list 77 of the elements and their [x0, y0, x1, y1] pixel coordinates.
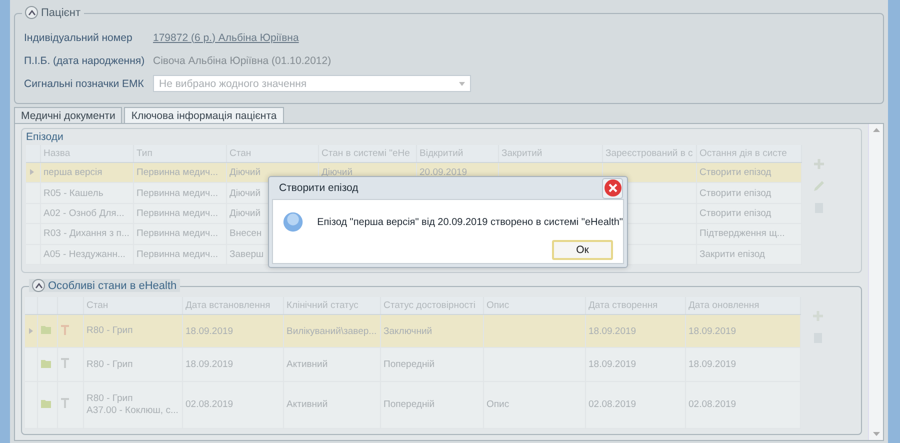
row-indicator-icon — [30, 169, 34, 176]
info-icon — [283, 210, 304, 234]
dialog-message: Епізод "перша версія" від 20.09.2019 створено в системі "eHealth" — [317, 216, 623, 228]
field-label: Індивідуальний номер — [24, 32, 134, 44]
table-cell: A05 - Нездужанн... — [44, 248, 126, 260]
tab[interactable]: Ключова інформація пацієнта — [124, 107, 284, 123]
dropdown-field[interactable]: Не вибрано жодного значення — [153, 75, 471, 92]
row-indicator-icon — [29, 328, 33, 334]
table-cell: 18.09.2019 — [688, 359, 736, 370]
table-cell: 02.08.2019 — [588, 399, 636, 410]
table-cell: Активний — [286, 359, 328, 370]
table-cell: Первинна медич... — [136, 188, 218, 199]
scroll-up-icon[interactable] — [872, 128, 880, 132]
group-title: Пацієнт — [41, 6, 80, 18]
table-cell: Первинна медич... — [136, 167, 218, 178]
chevron-icon — [34, 282, 42, 288]
chevron-icon — [28, 10, 36, 16]
table-cell: R05 - Кашель — [44, 188, 104, 199]
collapse-button[interactable] — [25, 6, 38, 19]
table-cell: Створити епізод — [700, 167, 772, 178]
pin-icon — [60, 324, 68, 335]
table-cell: Діючий — [322, 167, 353, 178]
table-cell: Опис — [486, 399, 510, 410]
table-row[interactable]: R80 - Грип 18.09.2019 Активний Попередній 18.09.2019 18.09.2019 — [25, 348, 800, 382]
close-button[interactable] — [602, 178, 623, 198]
field-value: Сівоча Альбіна Юріївна (01.10.2012) — [153, 54, 332, 66]
table-cell: Попередній — [384, 359, 435, 370]
table-cell: R03 - Дихання з п... — [44, 228, 130, 240]
pin-icon — [60, 398, 68, 408]
table-cell: A02 - Озноб Для... — [44, 208, 124, 219]
table-cell: 20.09.2019 — [420, 167, 468, 178]
table-cell: перша версія — [44, 167, 102, 178]
table-cell: Заключний — [384, 326, 432, 337]
group-title: Особливі стани в eHealth — [48, 280, 177, 292]
table-cell: Первинна медич... — [136, 228, 218, 240]
folder-icon — [40, 398, 50, 408]
table-cell: Створити епізод — [700, 188, 772, 199]
table-cell: 18.09.2019 — [186, 326, 234, 337]
table-cell: Попередній — [384, 399, 435, 410]
patient-link[interactable]: 179872 (6 р.) Альбіна Юріївна — [153, 32, 299, 44]
table-row[interactable]: R80 - Грип 18.09.2019 Вилікуваний\завер... Заключний 18.09.2019 18.09.2019 — [25, 314, 800, 348]
table-cell: 18.09.2019 — [186, 359, 234, 370]
caret-icon — [459, 82, 465, 86]
table-cell: R80 - Грип — [86, 358, 133, 371]
table-cell: Діючий — [230, 167, 261, 178]
table-cell: Внесен — [230, 228, 262, 240]
collapse-button[interactable] — [32, 279, 45, 292]
table-cell: Первинна медич... — [136, 208, 218, 219]
table-cell: 02.08.2019 — [688, 399, 736, 410]
table-cell: Діючий — [230, 208, 261, 219]
table-cell: R80 - Грип — [86, 325, 133, 338]
table-cell: Первинна медич... — [136, 248, 218, 260]
pin-icon — [60, 358, 68, 368]
folder-icon — [40, 325, 50, 334]
group-title: Епізоди — [26, 131, 64, 143]
folder-icon — [40, 358, 50, 368]
table-cell: Підтвердження щ... — [700, 228, 785, 240]
scrollbar[interactable] — [868, 124, 883, 440]
table-cell: Активний — [286, 399, 328, 410]
tab[interactable]: Медичні документи — [14, 107, 122, 123]
field-label: Сигнальні позначки ЕМК — [24, 78, 145, 90]
table-cell: 18.09.2019 — [688, 326, 736, 337]
table-cell: Вилікуваний\завер... — [286, 326, 377, 337]
table-cell: 02.08.2019 — [186, 399, 234, 410]
table-cell: 18.09.2019 — [588, 359, 636, 370]
table-cell: Заверш — [230, 248, 264, 260]
table-cell: Діючий — [230, 188, 261, 199]
plus-icon[interactable] — [812, 157, 826, 171]
dialog-title: Створити епізод — [279, 182, 358, 194]
pencil-icon[interactable] — [812, 179, 826, 193]
table-cell: 18.09.2019 — [588, 326, 636, 337]
field-label: П.І.Б. (дата народження) — [24, 54, 146, 66]
scroll-down-icon[interactable] — [872, 432, 880, 436]
ok-button[interactable]: Ок — [552, 240, 613, 260]
table-cell: R80 - Грип A37.00 - Коклюш, с... — [86, 392, 178, 417]
table-cell: Створити епізод — [700, 208, 772, 219]
table-cell: Закрити епізод — [700, 248, 765, 260]
